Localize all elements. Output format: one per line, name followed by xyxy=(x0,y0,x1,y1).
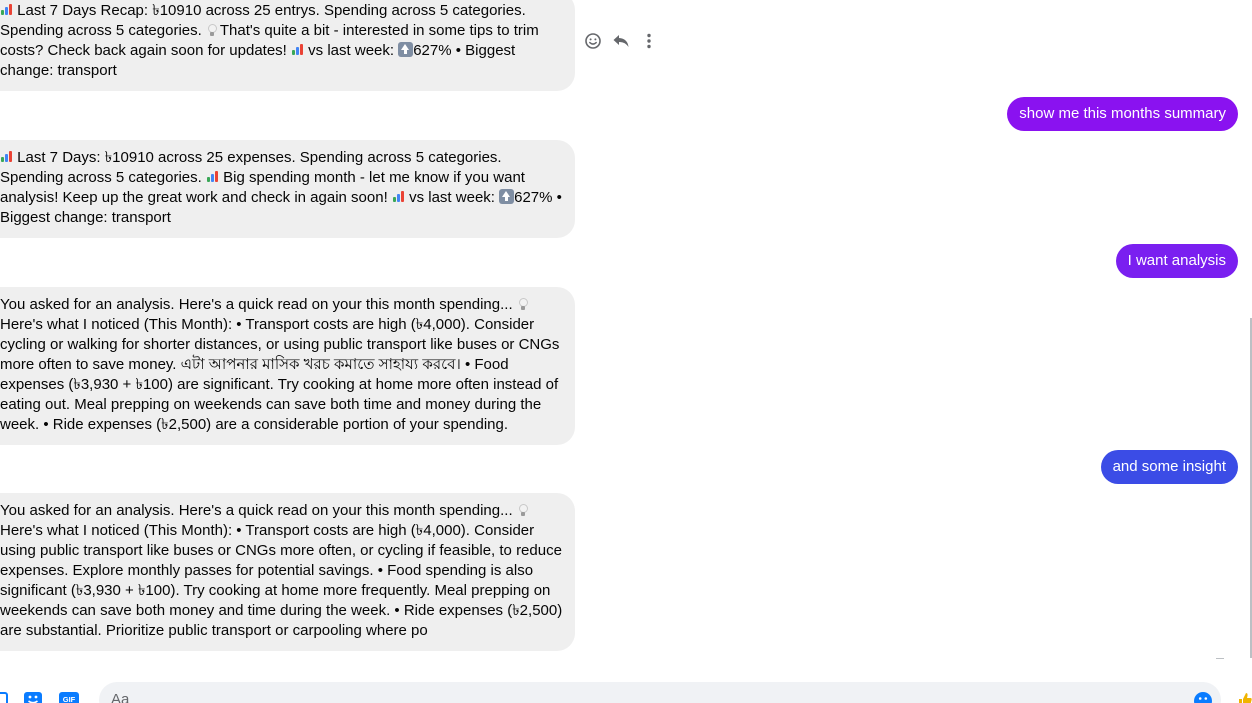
incoming-message-bubble[interactable]: Last 7 Days Recap: ৳10910 across 25 entr… xyxy=(0,0,575,91)
incoming-message-bubble[interactable]: You asked for an analysis. Here's a quic… xyxy=(0,287,575,445)
lightbulb-emoji xyxy=(517,503,528,517)
message-text: You asked for an analysis. Here's a quic… xyxy=(0,501,564,641)
outgoing-message-bubble[interactable]: and some insight xyxy=(1100,450,1238,484)
message-text-segment: vs last week: xyxy=(404,189,500,206)
scroll-indicator xyxy=(1216,658,1224,659)
message-text: You asked for an analysis. Here's a quic… xyxy=(0,295,564,435)
message-text-segment: Here's what I noticed (This Month): • Tr… xyxy=(0,316,560,433)
message-text: Last 7 Days Recap: ৳10910 across 25 entr… xyxy=(0,1,564,81)
more-options-icon[interactable] xyxy=(639,29,659,53)
incoming-message-bubble[interactable]: You asked for an analysis. Here's a quic… xyxy=(0,493,575,651)
bar-chart-emoji xyxy=(291,43,304,56)
lightbulb-emoji xyxy=(206,23,217,37)
bar-chart-emoji xyxy=(0,150,13,163)
message-text: Last 7 Days: ৳10910 across 25 expenses. … xyxy=(0,148,564,228)
message-text-segment: Here's what I noticed (This Month): • Tr… xyxy=(0,522,563,639)
lightbulb-emoji xyxy=(517,297,528,311)
up-arrow-emoji xyxy=(398,42,414,57)
sticker-icon[interactable] xyxy=(24,692,42,703)
bar-chart-emoji xyxy=(392,190,405,203)
emoji-icon[interactable] xyxy=(1194,692,1212,703)
message-input[interactable] xyxy=(99,682,1221,703)
message-text-segment: vs last week: xyxy=(304,42,399,59)
reply-icon[interactable] xyxy=(611,29,631,53)
message-text-segment: You asked for an analysis. Here's a quic… xyxy=(0,502,517,519)
outgoing-message-bubble[interactable]: I want analysis xyxy=(1115,244,1238,278)
react-emoji-icon[interactable] xyxy=(583,29,603,53)
bar-chart-emoji xyxy=(206,170,219,183)
gif-label: GIF xyxy=(63,695,76,703)
message-text-segment: You asked for an analysis. Here's a quic… xyxy=(0,296,517,313)
like-thumb-icon[interactable] xyxy=(1237,692,1252,703)
message-actions xyxy=(583,29,659,53)
bar-chart-emoji xyxy=(0,3,13,16)
chat-thread: Last 7 Days Recap: ৳10910 across 25 entr… xyxy=(0,0,1252,703)
outgoing-message-bubble[interactable]: show me this months summary xyxy=(1007,97,1238,131)
incoming-message-bubble[interactable]: Last 7 Days: ৳10910 across 25 expenses. … xyxy=(0,140,575,238)
up-arrow-emoji xyxy=(499,189,515,204)
attachment-icon[interactable] xyxy=(0,692,8,703)
message-composer: GIF xyxy=(0,675,1252,703)
gif-icon[interactable]: GIF xyxy=(59,692,79,703)
